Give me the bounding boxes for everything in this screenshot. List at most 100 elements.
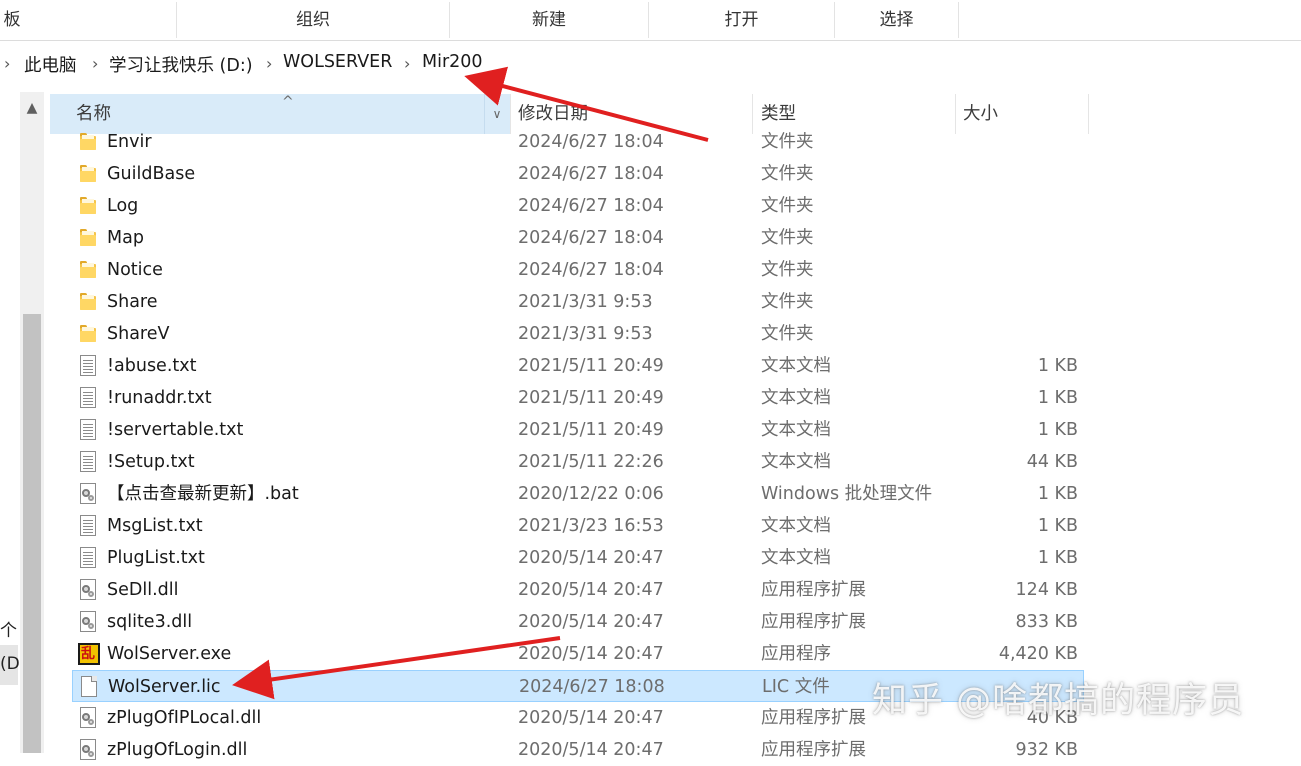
file-type: 文本文档 <box>761 420 831 440</box>
folder-icon <box>77 130 99 154</box>
file-modified-date: 2020/5/14 20:47 <box>518 548 664 568</box>
ribbon-group-open[interactable]: 打开 <box>649 0 834 40</box>
ribbon-group-new[interactable]: 新建 <box>450 0 648 40</box>
file-size: 44 KB <box>1026 452 1078 472</box>
chevron-right-icon[interactable]: › <box>266 54 272 73</box>
file-type: 文件夹 <box>761 324 814 344</box>
file-type: 应用程序扩展 <box>761 740 866 760</box>
ribbon-divider <box>958 2 959 38</box>
file-name: SeDll.dll <box>107 580 179 600</box>
text-file-icon <box>77 418 99 442</box>
file-type: 文件夹 <box>761 196 814 216</box>
breadcrumb-mir200[interactable]: Mir200 <box>422 52 483 72</box>
file-modified-date: 2021/3/31 9:53 <box>518 292 653 312</box>
dll-file-icon <box>77 578 99 602</box>
file-type: Windows 批处理文件 <box>761 484 933 504</box>
text-file-icon <box>77 354 99 378</box>
file-row[interactable]: ShareV 2021/3/31 9:53 文件夹 <box>72 318 1084 350</box>
file-row[interactable]: 【点击查最新更新】.bat 2020/12/22 0:06 Windows 批处理文… <box>72 478 1084 510</box>
file-name: WolServer.lic <box>108 677 221 697</box>
file-modified-date: 2024/6/27 18:04 <box>518 164 664 184</box>
folder-icon <box>77 162 99 186</box>
file-row[interactable]: !servertable.txt 2021/5/11 20:49 文本文档 1 KB <box>72 414 1084 446</box>
file-row[interactable]: 乱 WolServer.exe 2020/5/14 20:47 应用程序 4,420 K… <box>72 638 1084 670</box>
file-type: 应用程序 <box>761 644 831 664</box>
column-header-name-label: 名称 <box>76 104 111 124</box>
file-row[interactable]: zPlugOfLogin.dll 2020/5/14 20:47 应用程序扩展 932… <box>72 734 1084 766</box>
file-modified-date: 2021/5/11 20:49 <box>518 388 664 408</box>
file-modified-date: 2021/3/31 9:53 <box>518 324 653 344</box>
file-name: !servertable.txt <box>107 420 244 440</box>
file-name: zPlugOfIPLocal.dll <box>107 708 262 728</box>
file-name: Log <box>107 196 139 216</box>
file-size: 1 KB <box>1037 420 1078 440</box>
chevron-right-icon[interactable]: › <box>92 54 98 73</box>
chevron-right-icon[interactable]: › <box>4 54 10 73</box>
folder-icon <box>77 194 99 218</box>
ribbon-group-select[interactable]: 选择 <box>835 0 958 40</box>
ribbon-border <box>0 40 1301 41</box>
blank-file-icon <box>78 675 100 699</box>
file-type: 文本文档 <box>761 516 831 536</box>
file-row[interactable]: !runaddr.txt 2021/5/11 20:49 文本文档 1 KB <box>72 382 1084 414</box>
file-modified-date: 2020/5/14 20:47 <box>518 708 664 728</box>
file-modified-date: 2021/5/11 22:26 <box>518 452 664 472</box>
nav-pane-drive-fragment[interactable]: (D <box>0 654 20 674</box>
ribbon-group-organize[interactable]: 组织 <box>177 0 449 40</box>
file-type: 文件夹 <box>761 132 814 152</box>
exe-app-icon: 乱 <box>77 642 100 666</box>
file-row[interactable]: SeDll.dll 2020/5/14 20:47 应用程序扩展 124 KB <box>72 574 1084 606</box>
file-modified-date: 2024/6/27 18:04 <box>518 196 664 216</box>
file-row[interactable]: Log 2024/6/27 18:04 文件夹 <box>72 190 1084 222</box>
file-modified-date: 2020/5/14 20:47 <box>518 580 664 600</box>
file-type: 文件夹 <box>761 260 814 280</box>
folder-icon <box>77 226 99 250</box>
scroll-up-arrow-icon[interactable]: ▲ <box>20 92 44 124</box>
file-size: 124 KB <box>1015 580 1078 600</box>
file-name: GuildBase <box>107 164 196 184</box>
text-file-icon <box>77 546 99 570</box>
file-modified-date: 2024/6/27 18:04 <box>518 260 664 280</box>
text-file-icon <box>77 514 99 538</box>
chevron-right-icon[interactable]: › <box>404 54 410 73</box>
file-row[interactable]: PlugList.txt 2020/5/14 20:47 文本文档 1 KB <box>72 542 1084 574</box>
file-name: 【点击查最新更新】.bat <box>107 484 299 504</box>
breadcrumb-drive-d[interactable]: 学习让我快乐 (D:) <box>109 52 253 77</box>
file-modified-date: 2021/5/11 20:49 <box>518 420 664 440</box>
file-row[interactable]: MsgList.txt 2021/3/23 16:53 文本文档 1 KB <box>72 510 1084 542</box>
ribbon-group-labels: 板 组织 新建 打开 选择 <box>0 0 1301 40</box>
folder-icon <box>77 258 99 282</box>
breadcrumb-wolserver[interactable]: WOLSERVER <box>283 52 392 72</box>
column-divider[interactable] <box>1088 94 1089 134</box>
file-row[interactable]: sqlite3.dll 2020/5/14 20:47 应用程序扩展 833 KB <box>72 606 1084 638</box>
file-row[interactable]: Notice 2024/6/27 18:04 文件夹 <box>72 254 1084 286</box>
dll-file-icon <box>77 610 99 634</box>
file-row[interactable]: GuildBase 2024/6/27 18:04 文件夹 <box>72 158 1084 190</box>
scrollbar-thumb[interactable] <box>23 314 41 753</box>
file-type: LIC 文件 <box>762 677 830 697</box>
file-size: 833 KB <box>1015 612 1078 632</box>
nav-pane-item-fragment[interactable]: 个 <box>0 616 17 641</box>
file-row[interactable]: !Setup.txt 2021/5/11 22:26 文本文档 44 KB <box>72 446 1084 478</box>
file-row[interactable]: Map 2024/6/27 18:04 文件夹 <box>72 222 1084 254</box>
file-name: !abuse.txt <box>107 356 197 376</box>
folder-icon <box>77 290 99 314</box>
file-name: WolServer.exe <box>107 644 232 664</box>
file-row[interactable]: !abuse.txt 2021/5/11 20:49 文本文档 1 KB <box>72 350 1084 382</box>
file-row[interactable]: Envir 2024/6/27 18:04 文件夹 <box>72 126 1084 158</box>
vertical-scrollbar[interactable]: ▲ <box>20 92 44 753</box>
watermark-text: 知乎 @啥都搞的程序员 <box>872 681 1245 721</box>
file-type: 文件夹 <box>761 228 814 248</box>
file-type: 应用程序扩展 <box>761 580 866 600</box>
file-size: 1 KB <box>1037 516 1078 536</box>
file-type: 文本文档 <box>761 356 831 376</box>
ribbon-group-clipboard[interactable]: 板 <box>0 0 24 40</box>
file-name: Map <box>107 228 144 248</box>
file-modified-date: 2020/5/14 20:47 <box>518 740 664 760</box>
breadcrumb-this-pc[interactable]: 此电脑 <box>24 52 77 77</box>
text-file-icon <box>77 386 99 410</box>
file-row[interactable]: Share 2021/3/31 9:53 文件夹 <box>72 286 1084 318</box>
sort-ascending-icon: ^ <box>282 94 294 110</box>
address-bar[interactable]: › 此电脑 › 学习让我快乐 (D:) › WOLSERVER › Mir200 <box>0 44 1301 84</box>
file-name: MsgList.txt <box>107 516 203 536</box>
